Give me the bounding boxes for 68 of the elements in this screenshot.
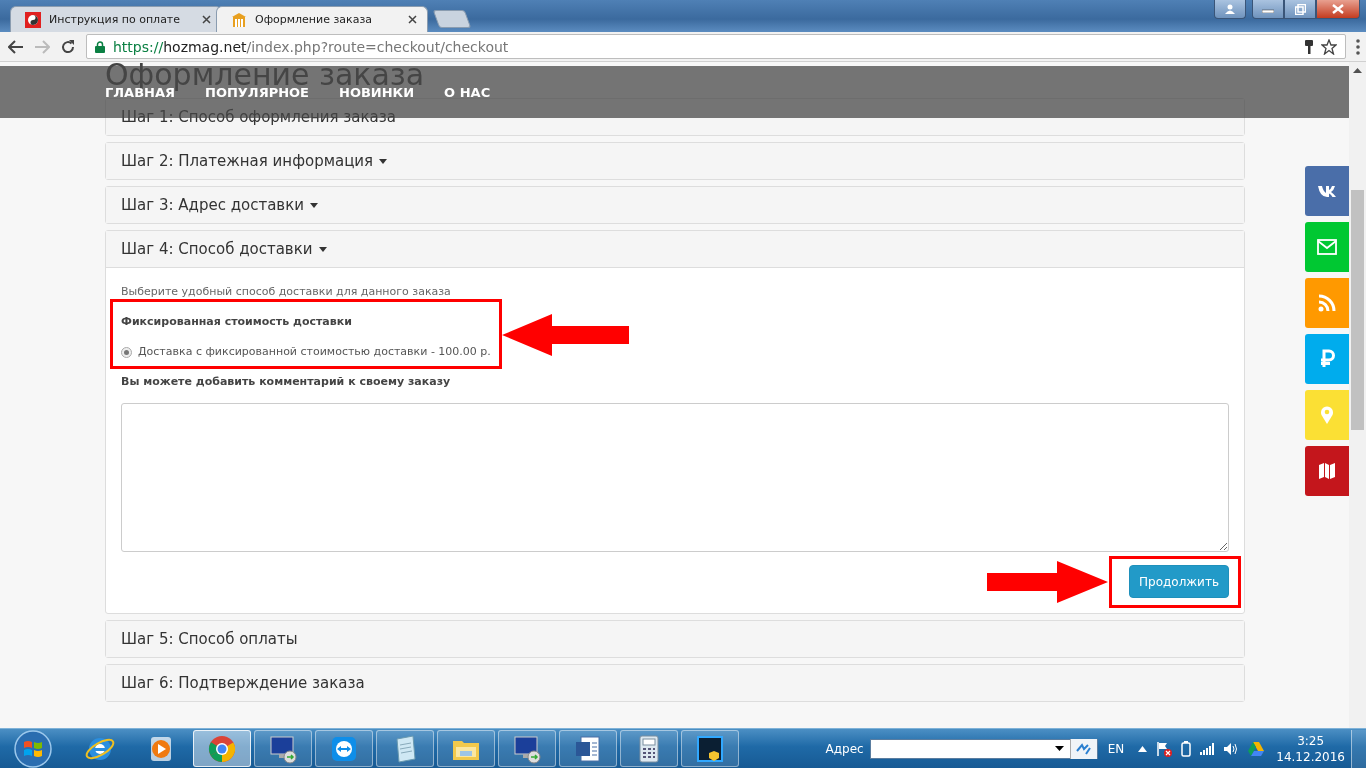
comment-field[interactable] [121,403,1229,552]
close-icon[interactable] [408,15,417,24]
language-indicator[interactable]: EN [1107,741,1125,756]
browser-tab[interactable]: Оформление заказа [216,6,428,32]
caret-icon [318,246,327,252]
step-title[interactable]: Шаг 4: Способ доставки [121,240,313,258]
menu-icon[interactable] [1356,38,1360,55]
signal-icon[interactable] [1200,742,1215,755]
storefront-favicon-icon [231,11,247,28]
rss-icon [1317,293,1337,313]
taskbar-app-button[interactable] [681,730,739,767]
radio-button[interactable] [121,346,132,358]
taskbar-app-button[interactable] [254,730,312,767]
arrows-icon [1075,741,1092,756]
caret-icon [379,158,388,164]
close-window-button[interactable] [1316,0,1360,19]
envelope-icon [1317,237,1337,257]
key-icon[interactable] [1305,39,1313,54]
social-button[interactable] [1305,166,1349,216]
social-button[interactable] [1305,446,1349,496]
go-button[interactable] [1069,738,1097,759]
dropdown-icon[interactable] [1055,746,1065,751]
taskbar-app-button[interactable] [498,730,556,767]
profile-button[interactable] [1214,0,1246,19]
show-desktop-button[interactable] [1351,729,1366,768]
minimize-button[interactable] [1252,0,1284,19]
scrollbar[interactable] [1349,62,1366,728]
taskbar-app-button[interactable] [559,730,617,767]
nav-link[interactable]: О НАС [444,84,491,100]
scroll-up-icon[interactable] [1353,68,1362,73]
speaker-icon[interactable] [1223,741,1240,756]
clock[interactable]: 3:25 14.12.2016 [1276,732,1345,765]
back-icon[interactable] [8,39,24,54]
person-icon [1224,4,1236,14]
step-title: Шаг 6: Подтверждение заказа [121,674,365,692]
lock-icon [95,40,105,53]
new-tab-button[interactable] [432,10,472,28]
address-bar[interactable]: https://hozmag.net/index.php?route=checkout/checkout [86,34,1346,59]
battery-icon[interactable] [1181,740,1192,757]
map-icon [1317,461,1337,481]
star-icon[interactable] [1321,38,1337,55]
clock-date: 14.12.2016 [1276,748,1345,765]
flag-error-icon[interactable] [1156,740,1173,757]
start-button-icon[interactable] [14,729,52,768]
cloud-drive-icon[interactable] [1248,741,1265,756]
restore-button[interactable] [1284,0,1316,19]
step-title[interactable]: Шаг 3: Адрес доставки [121,196,305,214]
close-icon [1332,4,1344,14]
restore-icon [1294,3,1306,15]
step-title[interactable]: Шаг 2: Платежная информация [121,152,374,170]
shipping-group-title: Фиксированная стоимость доставки [121,314,353,330]
delivery-intro-text: Выберите удобный способ доставки для данного заказа [121,284,452,300]
address-input[interactable] [869,738,1098,759]
page-favicon-icon [25,11,41,28]
caret-icon [310,202,319,208]
taskbar-app-button[interactable] [620,730,678,767]
clock-time: 3:25 [1297,732,1325,749]
social-button[interactable] [1305,334,1349,384]
taskbar-app-button[interactable] [315,730,373,767]
close-icon[interactable] [202,15,211,24]
show-hidden-icons-icon[interactable] [1138,745,1148,752]
reload-icon[interactable] [60,38,76,55]
comment-label: Вы можете добавить комментарий к своему заказу [121,374,452,390]
step-title: Шаг 5: Способ оплаты [121,630,298,648]
address-toolbar-label: Адрес [825,741,864,756]
shipping-option-label[interactable]: Доставка с фиксированной стоимостью доставки - 100.00 р. [138,344,491,360]
step-title: Шаг 1: Способ оформления заказа [121,108,396,126]
nav-link[interactable]: НОВИНКИ [339,84,415,100]
